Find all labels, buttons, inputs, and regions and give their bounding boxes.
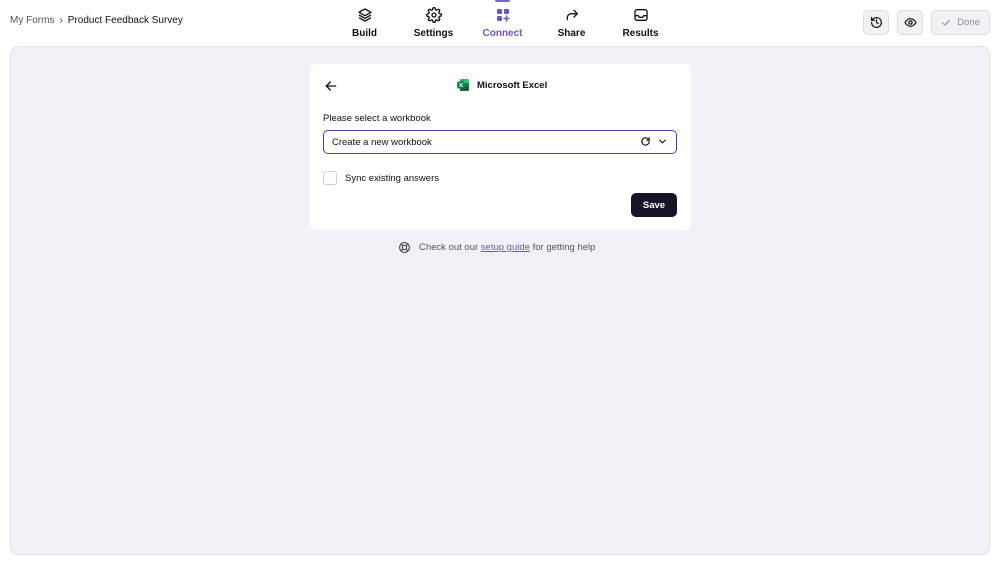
back-arrow-icon[interactable] [323,78,339,94]
share-arrow-icon [566,9,578,21]
setup-guide-link[interactable]: setup guide [481,242,530,253]
done-label: Done [957,17,980,28]
workbook-label: Please select a workbook [323,113,431,124]
help-suffix: for getting help [532,242,596,253]
tab-results-label: Results [622,28,659,39]
tab-results[interactable]: Results [606,0,675,46]
preview-button[interactable] [897,10,923,35]
gear-icon [425,7,442,23]
tab-settings[interactable]: Settings [399,0,468,46]
grid-plus-icon [496,9,510,22]
save-button[interactable]: Save [631,193,677,217]
layers-icon [357,8,372,22]
tab-build-label: Build [352,28,377,39]
nav-tabs: Build Settings Connect Share Results [330,0,675,46]
help-note: Check out our setup guide for getting he… [398,241,595,254]
tab-settings-label: Settings [413,28,454,39]
select-icons [640,136,668,147]
workbook-select-value: Create a new workbook [332,136,432,148]
lifebuoy-icon [399,242,410,253]
top-bar: My Forms › Product Feedback Survey Build… [0,0,1000,46]
tab-connect[interactable]: Connect [468,0,537,46]
sync-answers-label: Sync existing answers [345,172,439,184]
content-canvas: Microsoft Excel Please select a workbook… [10,46,990,555]
checkmark-icon [942,19,950,26]
card-title: Microsoft Excel [456,78,547,92]
card-title-text: Microsoft Excel [477,79,548,91]
header-actions: Done [863,10,990,35]
breadcrumb-my-forms[interactable]: My Forms [10,15,54,26]
sync-answers-checkbox[interactable] [323,171,337,185]
help-prefix: Check out our [419,242,479,253]
breadcrumb-current-form: Product Feedback Survey [67,15,183,26]
tab-build[interactable]: Build [330,0,399,46]
eye-icon [903,18,917,27]
chevron-down-icon[interactable] [657,136,668,147]
workbook-select[interactable]: Create a new workbook [323,130,677,154]
history-button[interactable] [863,10,889,35]
breadcrumb: My Forms › Product Feedback Survey [10,15,183,26]
done-button[interactable]: Done [931,10,990,35]
tab-share-label: Share [557,28,586,39]
tab-share[interactable]: Share [537,0,606,46]
tab-connect-label: Connect [482,28,523,39]
history-icon [870,17,882,28]
excel-connect-card: Microsoft Excel Please select a workbook… [310,64,691,230]
chevron-right-icon: › [59,15,63,26]
refresh-icon[interactable] [640,136,651,147]
inbox-icon [633,9,648,21]
sync-answers-row: Sync existing answers [323,171,439,185]
excel-icon [457,79,469,91]
